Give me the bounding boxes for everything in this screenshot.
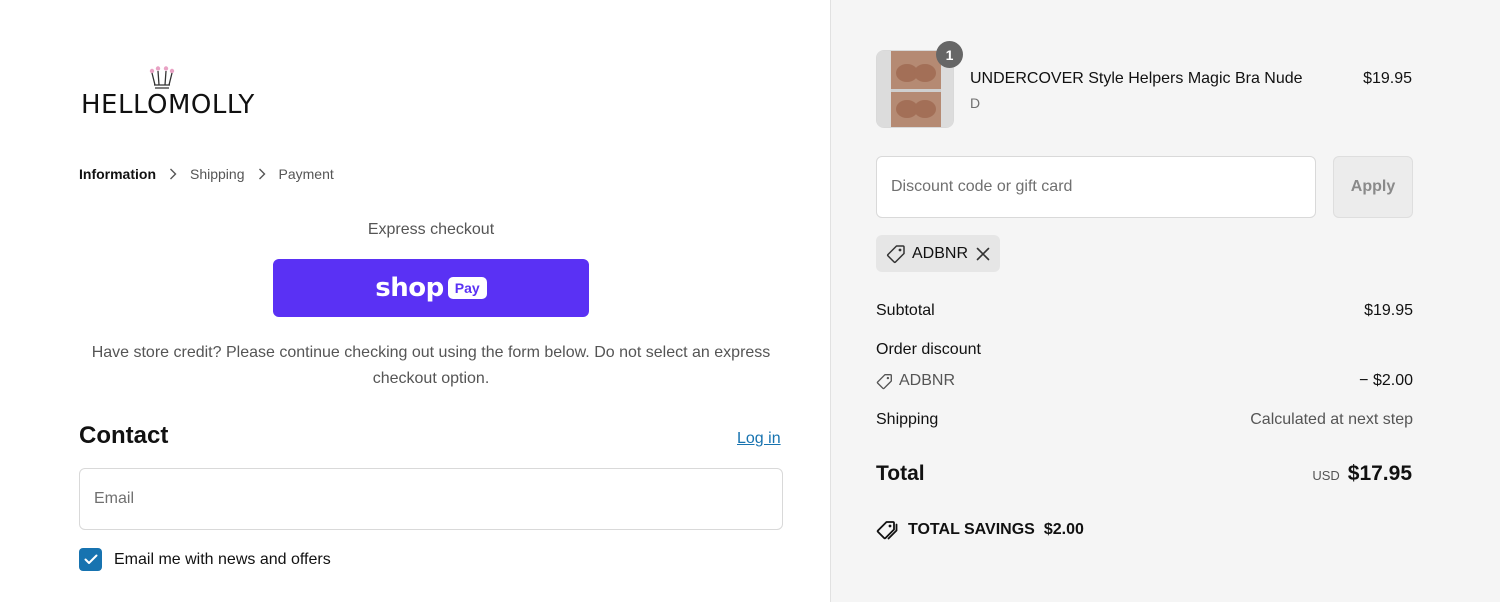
logo-wordmark: HELLOMOLLY: [81, 90, 255, 120]
email-field[interactable]: [79, 468, 783, 530]
breadcrumb-shipping[interactable]: Shipping: [190, 166, 245, 182]
shop-pay-button[interactable]: shop Pay: [273, 259, 589, 317]
close-icon: [976, 247, 990, 260]
order-discount-value: − $2.00: [1359, 372, 1413, 389]
shop-pay-logo-pill: Pay: [447, 277, 487, 299]
order-discount-label: Order discount: [876, 341, 981, 358]
order-discount-code-group: ADBNR: [876, 372, 955, 390]
applied-discount-code: ADBNR: [912, 244, 969, 262]
newsletter-checkbox[interactable]: [79, 548, 102, 571]
total-savings: TOTAL SAVINGS $2.00: [876, 520, 1084, 540]
shipping-value: Calculated at next step: [1250, 411, 1413, 428]
total-label: Total: [876, 462, 925, 485]
product-name: UNDERCOVER Style Helpers Magic Bra Nude: [970, 70, 1303, 87]
chevron-right-icon: [250, 166, 274, 182]
order-summary: 1 UNDERCOVER Style Helpers Magic Bra Nud…: [830, 0, 1500, 602]
product-price: $19.95: [1363, 70, 1412, 87]
express-checkout-title: Express checkout: [367, 221, 495, 238]
order-discount-detail-row: ADBNR − $2.00: [876, 372, 1413, 390]
shipping-label: Shipping: [876, 411, 939, 428]
quantity-badge: 1: [936, 41, 963, 68]
contact-heading: Contact: [79, 422, 169, 449]
total-currency: USD: [1312, 468, 1340, 483]
total-savings-label: TOTAL SAVINGS: [908, 521, 1035, 538]
breadcrumb: Information Shipping Payment: [79, 166, 334, 182]
login-link[interactable]: Log in: [737, 430, 781, 448]
breadcrumb-payment[interactable]: Payment: [279, 166, 334, 182]
apply-discount-button[interactable]: Apply: [1333, 156, 1413, 218]
total-amount: $17.95: [1347, 462, 1412, 485]
subtotal-value: $19.95: [1364, 302, 1413, 319]
crown-icon: [149, 66, 175, 89]
subtotal-row: Subtotal $19.95: [876, 302, 1413, 320]
product-variant: D: [970, 95, 981, 111]
tags-icon: [876, 521, 898, 540]
total-value-group: USD $17.95: [1312, 462, 1412, 486]
subtotal-label: Subtotal: [876, 302, 935, 319]
store-logo[interactable]: HELLOMOLLY: [81, 66, 271, 120]
checkout-main: HELLOMOLLY Information Shipping Payment …: [0, 0, 830, 602]
shop-pay-logo-word: shop: [375, 273, 444, 303]
order-discount-row: Order discount: [876, 341, 1413, 359]
tag-icon: [876, 373, 892, 389]
newsletter-label[interactable]: Email me with news and offers: [114, 551, 331, 569]
remove-discount-button[interactable]: [976, 247, 990, 261]
newsletter-optin[interactable]: Email me with news and offers: [79, 548, 331, 571]
checkmark-icon: [84, 554, 97, 564]
tag-icon: [886, 244, 905, 263]
applied-discount-chip: ADBNR: [876, 235, 1001, 272]
store-credit-note: Have store credit? Please continue check…: [91, 344, 771, 387]
chevron-right-icon: [161, 166, 185, 182]
discount-code-input[interactable]: [876, 156, 1316, 218]
total-savings-value: $2.00: [1043, 521, 1084, 538]
order-discount-code: ADBNR: [899, 372, 956, 389]
breadcrumb-information: Information: [79, 166, 156, 182]
shipping-row: Shipping Calculated at next step: [876, 411, 1413, 429]
